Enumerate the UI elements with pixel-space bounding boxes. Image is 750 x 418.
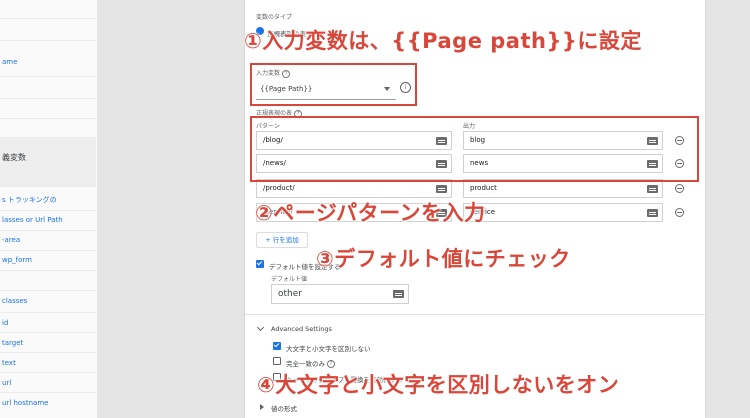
sidebar-divider xyxy=(0,392,96,393)
annotation-step-4: ④大文字と小文字を区別しないをオン xyxy=(257,373,620,397)
default-value-input[interactable]: other xyxy=(271,284,409,304)
add-row-button[interactable]: + 行を追加 xyxy=(256,232,308,248)
advanced-settings-toggle[interactable]: Advanced Settings xyxy=(271,325,332,333)
sidebar-divider xyxy=(0,210,96,211)
sidebar-item[interactable]: classes xyxy=(2,297,27,305)
sidebar-divider xyxy=(0,18,96,19)
annotation-step-3: ③デフォルト値にチェック xyxy=(316,247,571,271)
sidebar-section-label: 義変数 xyxy=(2,153,26,162)
help-icon[interactable]: ? xyxy=(327,360,335,368)
sidebar-item[interactable]: text xyxy=(2,359,16,367)
section-divider xyxy=(245,314,705,315)
variable-picker-icon[interactable] xyxy=(647,185,658,193)
sidebar-divider xyxy=(0,372,96,373)
variable-picker-icon[interactable] xyxy=(647,209,658,217)
sidebar-item[interactable]: s トラッキングの xyxy=(2,195,57,205)
sidebar-divider xyxy=(0,290,96,291)
full-match-label: 完全一致のみ? xyxy=(286,358,335,368)
sidebar-divider xyxy=(0,270,96,271)
default-value-checkbox[interactable] xyxy=(256,260,264,268)
remove-row-icon[interactable] xyxy=(675,208,684,217)
sidebar-divider xyxy=(0,76,96,77)
variable-picker-icon[interactable] xyxy=(436,185,447,193)
sidebar-divider xyxy=(0,230,96,231)
sidebar-item[interactable]: url hostname xyxy=(2,399,48,407)
sidebar-divider xyxy=(0,352,96,353)
ignore-case-checkbox[interactable] xyxy=(273,342,281,350)
sidebar-divider xyxy=(0,332,96,333)
sidebar-item[interactable]: target xyxy=(2,339,23,347)
highlight-pattern-rows xyxy=(250,116,699,182)
sidebar-divider xyxy=(0,118,96,119)
value-format-toggle[interactable]: 値の形式 xyxy=(271,403,297,413)
chevron-right-icon[interactable] xyxy=(260,404,264,410)
sidebar-item[interactable]: -area xyxy=(2,236,20,244)
default-value-label: デフォルト値 xyxy=(271,276,308,283)
remove-row-icon[interactable] xyxy=(675,184,684,193)
sidebar-divider xyxy=(0,250,96,251)
sidebar-item[interactable]: url xyxy=(2,379,11,387)
sidebar-item[interactable]: lasses or Url Path xyxy=(2,216,63,224)
sidebar-item[interactable]: wp_form xyxy=(2,256,32,264)
sidebar-item[interactable]: ame xyxy=(2,58,17,66)
annotation-step-2: ②ページパターンを入力 xyxy=(255,201,486,225)
variable-type-label: 変数のタイプ xyxy=(256,14,293,21)
full-match-checkbox[interactable] xyxy=(273,357,281,365)
highlight-input-variable xyxy=(250,63,417,106)
sidebar-item[interactable]: id xyxy=(2,319,8,327)
annotation-step-1: ①入力変数は、{{Page path}}に設定 xyxy=(244,29,642,53)
left-sidebar: ame 義変数 s トラッキングの lasses or Url Path -ar… xyxy=(0,0,98,418)
sidebar-divider xyxy=(0,312,96,313)
sidebar-divider xyxy=(0,40,96,41)
sidebar-divider xyxy=(0,98,96,99)
ignore-case-label: 大文字と小文字を区別しない xyxy=(286,345,371,353)
variable-picker-icon[interactable] xyxy=(393,290,404,298)
output-input[interactable]: service xyxy=(463,203,663,222)
chevron-down-icon[interactable] xyxy=(256,323,265,332)
